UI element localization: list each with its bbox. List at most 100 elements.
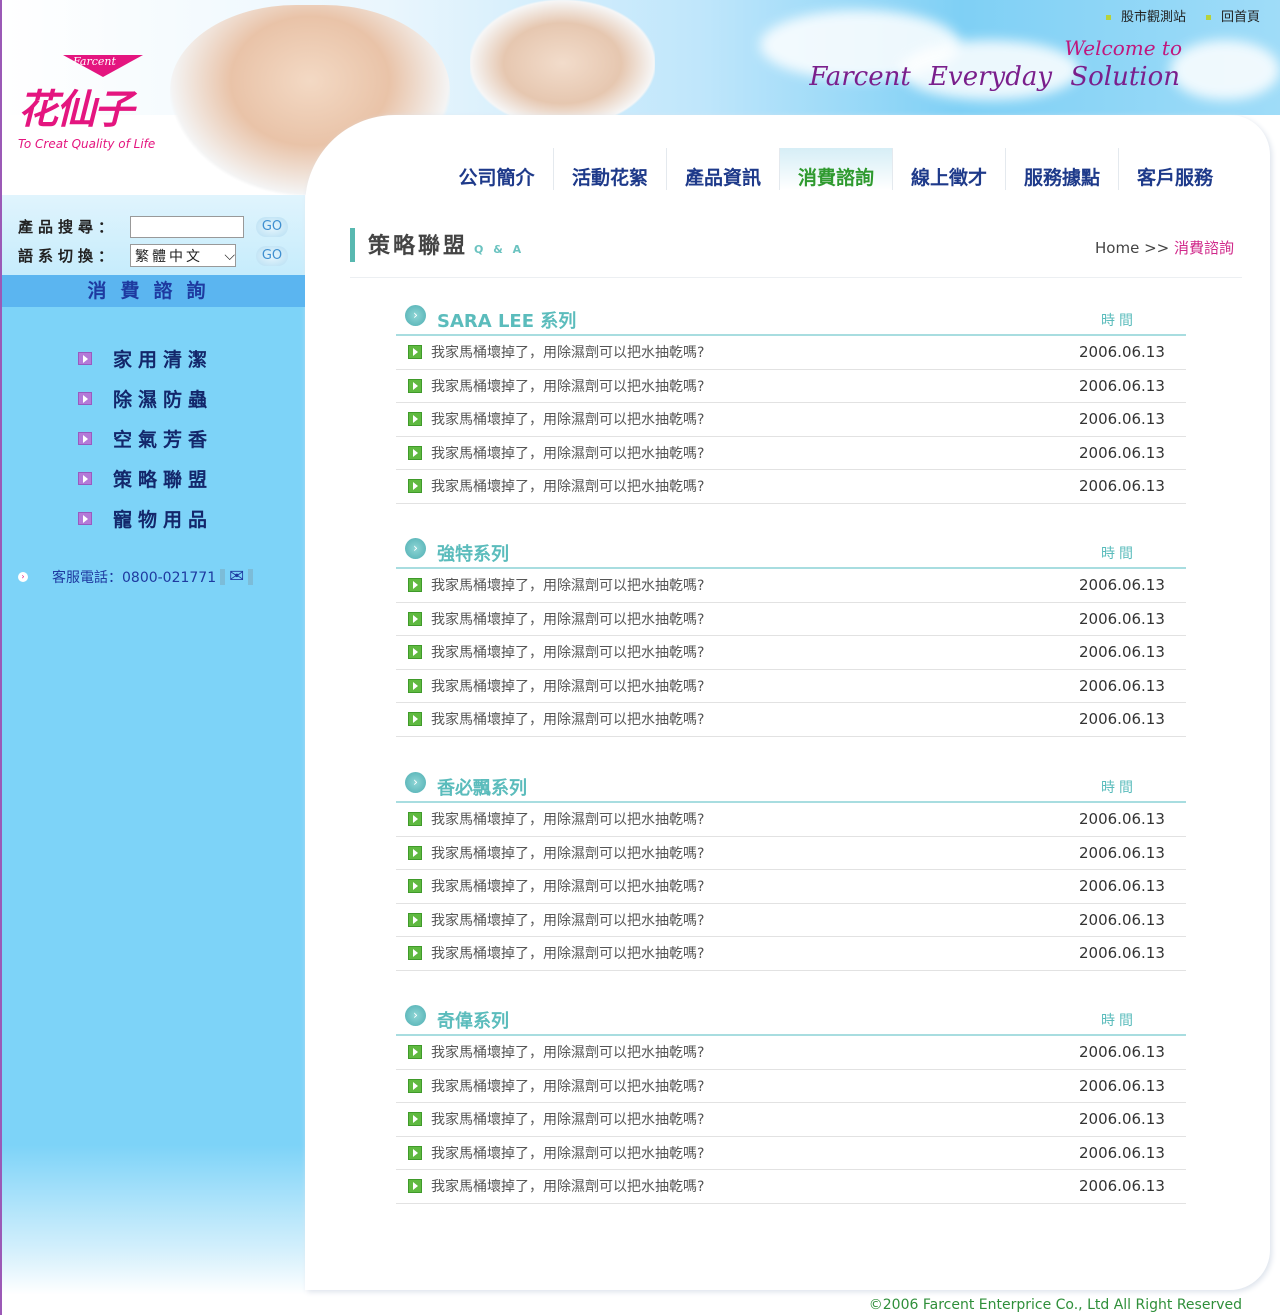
tab-locations[interactable]: 服務據點 <box>1005 148 1118 190</box>
faq-row[interactable]: 我家馬桶壞掉了，用除濕劑可以把水抽乾嗎? 2006.06.13 <box>396 336 1186 370</box>
faq-row[interactable]: 我家馬桶壞掉了，用除濕劑可以把水抽乾嗎? 2006.06.13 <box>396 603 1186 636</box>
faq-question[interactable]: 我家馬桶壞掉了，用除濕劑可以把水抽乾嗎? <box>431 843 704 863</box>
main-nav: 公司簡介 活動花絮 產品資訊 消費諮詢 線上徵才 服務據點 客戶服務 <box>440 148 1231 190</box>
play-icon <box>408 645 422 660</box>
tab-consumer[interactable]: 消費諮詢 <box>779 148 892 190</box>
chevron-circle-icon: › <box>405 1004 426 1026</box>
play-icon <box>408 1045 422 1060</box>
play-icon <box>408 479 422 494</box>
breadcrumb-home[interactable]: Home >> <box>1095 239 1169 257</box>
faq-question[interactable]: 我家馬桶壞掉了，用除濕劑可以把水抽乾嗎? <box>431 409 704 429</box>
faq-question[interactable]: 我家馬桶壞掉了，用除濕劑可以把水抽乾嗎? <box>431 1042 704 1062</box>
chevron-circle-icon: › <box>405 304 426 326</box>
play-icon <box>78 351 92 365</box>
copyright: ©2006 Farcent Enterprice Co., Ltd All Ri… <box>868 1297 1242 1313</box>
faq-row[interactable]: 我家馬桶壞掉了，用除濕劑可以把水抽乾嗎? 2006.06.13 <box>396 1137 1186 1170</box>
language-select[interactable]: 繁體中文 ⌵ <box>130 244 236 267</box>
faq-row[interactable]: 我家馬桶壞掉了，用除濕劑可以把水抽乾嗎? 2006.06.13 <box>396 937 1186 971</box>
faq-question[interactable]: 我家馬桶壞掉了，用除濕劑可以把水抽乾嗎? <box>431 642 704 662</box>
faq-date: 2006.06.13 <box>1079 609 1165 628</box>
play-icon <box>408 412 422 427</box>
faq-question[interactable]: 我家馬桶壞掉了，用除濕劑可以把水抽乾嗎? <box>431 1076 704 1096</box>
chevron-circle-icon: › <box>405 537 426 559</box>
sidebar-item-pet[interactable]: 寵物用品 <box>78 498 213 538</box>
tab-careers[interactable]: 線上徵才 <box>892 148 1005 190</box>
section-header: › 奇偉系列 時間 <box>396 1004 1186 1036</box>
home-link[interactable]: 回首頁 <box>1205 6 1260 25</box>
faq-date: 2006.06.13 <box>1079 843 1165 862</box>
faq-question[interactable]: 我家馬桶壞掉了，用除濕劑可以把水抽乾嗎? <box>431 709 704 729</box>
play-icon <box>408 345 422 360</box>
faq-date: 2006.06.13 <box>1079 676 1165 695</box>
tab-service[interactable]: 客戶服務 <box>1118 148 1231 190</box>
tagline: To Creat Quality of Life <box>18 137 156 151</box>
faq-question[interactable]: 我家馬桶壞掉了，用除濕劑可以把水抽乾嗎? <box>431 943 704 963</box>
faq-row[interactable]: 我家馬桶壞掉了，用除濕劑可以把水抽乾嗎? 2006.06.13 <box>396 569 1186 603</box>
faq-row[interactable]: 我家馬桶壞掉了，用除濕劑可以把水抽乾嗎? 2006.06.13 <box>396 870 1186 904</box>
faq-row[interactable]: 我家馬桶壞掉了，用除濕劑可以把水抽乾嗎? 2006.06.13 <box>396 370 1186 403</box>
section-header: › 香必飄系列 時間 <box>396 771 1186 803</box>
play-icon <box>408 578 422 593</box>
bullet-icon <box>1105 15 1111 20</box>
logo[interactable]: Farcent 花仙子 To Creat Quality of Life <box>18 55 155 151</box>
faq-question[interactable]: 我家馬桶壞掉了，用除濕劑可以把水抽乾嗎? <box>431 609 704 629</box>
play-icon <box>78 431 92 445</box>
stock-link[interactable]: 股市觀測站 <box>1105 6 1186 25</box>
sidebar-item-alliance[interactable]: 策略聯盟 <box>78 458 213 498</box>
time-header: 時間 <box>1101 313 1137 329</box>
faq-question[interactable]: 我家馬桶壞掉了，用除濕劑可以把水抽乾嗎? <box>431 476 704 496</box>
faq-date: 2006.06.13 <box>1079 643 1165 662</box>
faq-date: 2006.06.13 <box>1079 376 1165 395</box>
tab-events[interactable]: 活動花絮 <box>553 148 666 190</box>
faq-row[interactable]: 我家馬桶壞掉了，用除濕劑可以把水抽乾嗎? 2006.06.13 <box>396 636 1186 670</box>
chevron-down-icon: ⌵ <box>224 247 235 264</box>
tab-products[interactable]: 產品資訊 <box>666 148 779 190</box>
faq-date: 2006.06.13 <box>1079 710 1165 729</box>
search-go-button[interactable]: GO <box>256 216 288 237</box>
faq-question[interactable]: 我家馬桶壞掉了，用除濕劑可以把水抽乾嗎? <box>431 376 704 396</box>
play-icon <box>408 1179 422 1194</box>
faq-row[interactable]: 我家馬桶壞掉了，用除濕劑可以把水抽乾嗎? 2006.06.13 <box>396 670 1186 703</box>
breadcrumb-current: 消費諮詢 <box>1173 239 1234 257</box>
welcome-text: Welcome to <box>1064 36 1182 60</box>
sidebar-item-dehumidify[interactable]: 除濕防蟲 <box>78 378 213 418</box>
faq-row[interactable]: 我家馬桶壞掉了，用除濕劑可以把水抽乾嗎? 2006.06.13 <box>396 403 1186 437</box>
faq-question[interactable]: 我家馬桶壞掉了，用除濕劑可以把水抽乾嗎? <box>431 1176 704 1196</box>
faq-row[interactable]: 我家馬桶壞掉了，用除濕劑可以把水抽乾嗎? 2006.06.13 <box>396 470 1186 504</box>
play-icon <box>78 391 92 405</box>
faq-question[interactable]: 我家馬桶壞掉了，用除濕劑可以把水抽乾嗎? <box>431 676 704 696</box>
faq-question[interactable]: 我家馬桶壞掉了，用除濕劑可以把水抽乾嗎? <box>431 443 704 463</box>
faq-date: 2006.06.13 <box>1079 877 1165 896</box>
sidebar-item-air[interactable]: 空氣芳香 <box>78 418 213 458</box>
faq-section: › 強特系列 時間 我家馬桶壞掉了，用除濕劑可以把水抽乾嗎? 2006.06.13 我家馬… <box>396 537 1186 737</box>
language-go-button[interactable]: GO <box>256 245 288 266</box>
section-title: 強特系列 <box>437 544 509 565</box>
sidebar-item-cleaning[interactable]: 家用清潔 <box>78 338 213 378</box>
faq-question[interactable]: 我家馬桶壞掉了，用除濕劑可以把水抽乾嗎? <box>431 342 704 362</box>
faq-question[interactable]: 我家馬桶壞掉了，用除濕劑可以把水抽乾嗎? <box>431 910 704 930</box>
mail-icon[interactable]: ✉ <box>229 566 244 587</box>
play-icon <box>408 611 422 626</box>
faq-date: 2006.06.13 <box>1079 1110 1165 1129</box>
section-title: SARA LEE 系列 <box>437 311 577 332</box>
faq-question[interactable]: 我家馬桶壞掉了，用除濕劑可以把水抽乾嗎? <box>431 575 704 595</box>
play-icon <box>408 712 422 727</box>
product-search-input[interactable] <box>130 215 244 238</box>
faq-row[interactable]: 我家馬桶壞掉了，用除濕劑可以把水抽乾嗎? 2006.06.13 <box>396 803 1186 837</box>
faq-row[interactable]: 我家馬桶壞掉了，用除濕劑可以把水抽乾嗎? 2006.06.13 <box>396 837 1186 870</box>
faq-row[interactable]: 我家馬桶壞掉了，用除濕劑可以把水抽乾嗎? 2006.06.13 <box>396 904 1186 937</box>
faq-date: 2006.06.13 <box>1079 1143 1165 1162</box>
faq-question[interactable]: 我家馬桶壞掉了，用除濕劑可以把水抽乾嗎? <box>431 809 704 829</box>
faq-row[interactable]: 我家馬桶壞掉了，用除濕劑可以把水抽乾嗎? 2006.06.13 <box>396 437 1186 470</box>
play-icon <box>408 378 422 393</box>
faq-row[interactable]: 我家馬桶壞掉了，用除濕劑可以把水抽乾嗎? 2006.06.13 <box>396 703 1186 737</box>
faq-date: 2006.06.13 <box>1079 477 1165 496</box>
tab-company[interactable]: 公司簡介 <box>440 148 553 190</box>
faq-row[interactable]: 我家馬桶壞掉了，用除濕劑可以把水抽乾嗎? 2006.06.13 <box>396 1103 1186 1137</box>
faq-question[interactable]: 我家馬桶壞掉了，用除濕劑可以把水抽乾嗎? <box>431 876 704 896</box>
faq-question[interactable]: 我家馬桶壞掉了，用除濕劑可以把水抽乾嗎? <box>431 1109 704 1129</box>
faq-row[interactable]: 我家馬桶壞掉了，用除濕劑可以把水抽乾嗎? 2006.06.13 <box>396 1036 1186 1070</box>
faq-row[interactable]: 我家馬桶壞掉了，用除濕劑可以把水抽乾嗎? 2006.06.13 <box>396 1070 1186 1103</box>
faq-question[interactable]: 我家馬桶壞掉了，用除濕劑可以把水抽乾嗎? <box>431 1143 704 1163</box>
faq-row[interactable]: 我家馬桶壞掉了，用除濕劑可以把水抽乾嗎? 2006.06.13 <box>396 1170 1186 1204</box>
